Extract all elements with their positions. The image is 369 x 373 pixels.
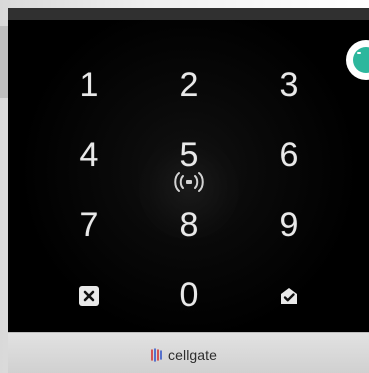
confirm-icon xyxy=(281,288,297,304)
brand-plate: cellgate xyxy=(8,332,369,373)
keypad-key-0[interactable]: 0 xyxy=(163,270,215,322)
confirm-button[interactable] xyxy=(263,270,315,322)
key-1-label: 1 xyxy=(79,66,99,104)
key-2-label: 2 xyxy=(179,66,199,104)
key-9-label: 9 xyxy=(279,206,299,244)
keypad-key-3[interactable]: 3 xyxy=(263,60,315,112)
keypad-key-6[interactable]: 6 xyxy=(263,130,315,182)
side-accent-dot xyxy=(357,52,361,54)
key-3-label: 3 xyxy=(279,66,299,104)
keypad-surface: 1 2 3 4 5 6 7 8 9 0 xyxy=(8,20,369,332)
key-7-label: 7 xyxy=(79,206,99,244)
keypad-key-2[interactable]: 2 xyxy=(163,60,215,112)
clear-icon xyxy=(79,286,99,306)
brand-row: cellgate xyxy=(150,347,217,363)
keypad-key-5[interactable]: 5 xyxy=(163,130,215,182)
cellgate-logo-icon xyxy=(151,348,162,362)
key-5-label: 5 xyxy=(179,136,199,174)
keypad-key-1[interactable]: 1 xyxy=(63,60,115,112)
clear-button[interactable] xyxy=(63,270,115,322)
access-control-device: 1 2 3 4 5 6 7 8 9 0 cellgate xyxy=(8,8,369,373)
key-4-label: 4 xyxy=(79,136,99,174)
key-0-label: 0 xyxy=(179,276,199,314)
key-8-label: 8 xyxy=(179,206,199,244)
brand-name: cellgate xyxy=(168,347,218,363)
screen: 1 2 3 4 5 6 7 8 9 0 cellgate xyxy=(0,0,369,373)
device-top-edge xyxy=(8,8,369,20)
side-accent-icon xyxy=(353,47,369,73)
keypad-key-8[interactable]: 8 xyxy=(163,200,215,252)
key-6-label: 6 xyxy=(279,136,299,174)
keypad-key-9[interactable]: 9 xyxy=(263,200,315,252)
keypad-key-4[interactable]: 4 xyxy=(63,130,115,182)
keypad-key-7[interactable]: 7 xyxy=(63,200,115,252)
